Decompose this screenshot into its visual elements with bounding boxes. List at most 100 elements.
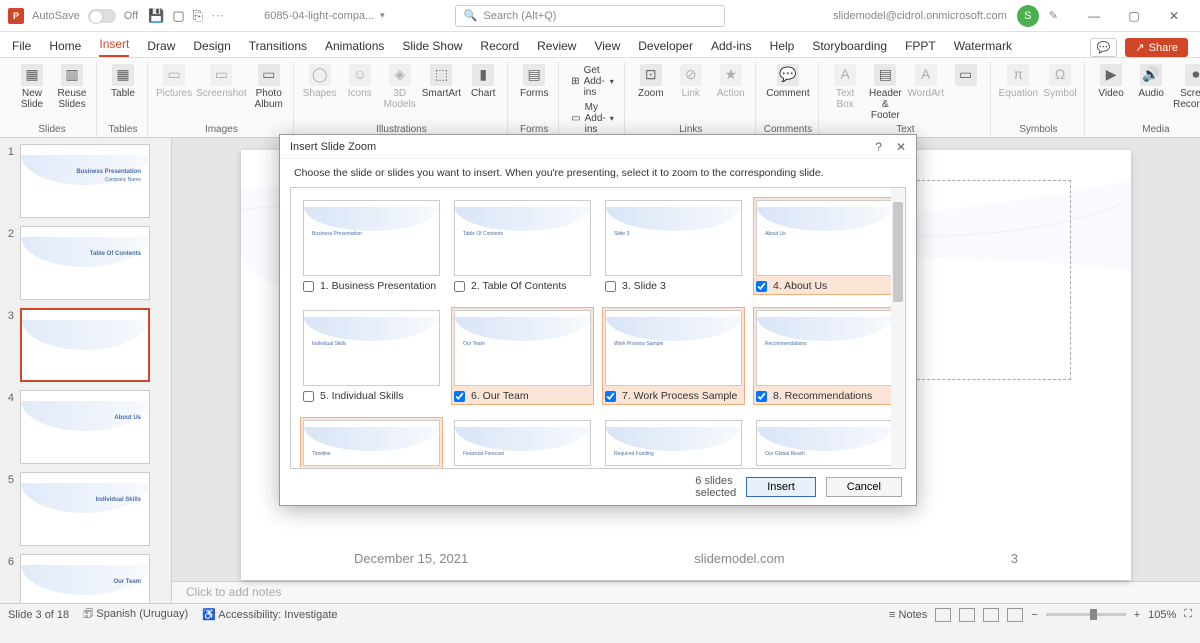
addin-get-add-ins[interactable]: ⊞Get Add-ins ▾ <box>567 64 618 99</box>
dialog-slide-item-12[interactable]: Our Global Reach <box>754 418 895 469</box>
fit-to-window-icon[interactable]: ⛶ <box>1184 608 1192 621</box>
cancel-button[interactable]: Cancel <box>826 477 902 497</box>
tab-watermark[interactable]: Watermark <box>954 39 1012 57</box>
tab-view[interactable]: View <box>594 39 620 57</box>
close-button[interactable]: ✕ <box>1156 4 1192 28</box>
ribbon-chart[interactable]: ▮Chart <box>465 64 501 99</box>
toggle-icon[interactable] <box>88 9 116 23</box>
slideshow-view-icon[interactable] <box>1007 608 1023 622</box>
tab-record[interactable]: Record <box>480 39 519 57</box>
dialog-slide-checkbox[interactable]: 6. Our Team <box>454 390 591 402</box>
dialog-slide-item-6[interactable]: Our Team6. Our Team <box>452 308 593 404</box>
present-icon[interactable]: ▢ <box>172 8 184 24</box>
ribbon-zoom[interactable]: ⊡Zoom <box>633 64 669 99</box>
dialog-slide-item-10[interactable]: Financial Forecast <box>452 418 593 469</box>
ribbon-new-slide[interactable]: ▦NewSlide <box>14 64 50 110</box>
thumbnail-slide-1[interactable]: 1Business PresentationCompany Name <box>4 144 167 218</box>
notes-toggle[interactable]: ≡ Notes <box>889 609 927 621</box>
insert-button[interactable]: Insert <box>746 477 816 497</box>
zoom-in-button[interactable]: + <box>1134 609 1140 621</box>
ribbon-screen-recording[interactable]: ⏺ScreenRecording <box>1173 64 1200 110</box>
dialog-slide-checkbox[interactable]: 7. Work Process Sample <box>605 390 742 402</box>
document-title[interactable]: 6085-04-light-compa... ▾ <box>264 10 385 22</box>
chevron-down-icon[interactable]: ▾ <box>380 10 385 21</box>
dialog-slide-checkbox[interactable]: 8. Recommendations <box>756 390 893 402</box>
dialog-slide-item-3[interactable]: Slide 33. Slide 3 <box>603 198 744 294</box>
dialog-slide-thumb[interactable]: Individual Skills <box>303 310 440 386</box>
checkbox-input[interactable] <box>605 391 616 402</box>
qat-dropdown-icon[interactable]: ⋯ <box>211 8 224 24</box>
maximize-button[interactable]: ▢ <box>1116 4 1152 28</box>
ribbon-comment[interactable]: 💬Comment <box>766 64 809 99</box>
ribbon-table[interactable]: ▦Table <box>105 64 141 99</box>
accessibility-indicator[interactable]: ♿ Accessibility: Investigate <box>202 608 337 621</box>
tab-design[interactable]: Design <box>193 39 230 57</box>
slide-counter[interactable]: Slide 3 of 18 <box>8 609 69 621</box>
user-avatar[interactable]: S <box>1017 5 1039 27</box>
ribbon-photo-album[interactable]: ▭PhotoAlbum <box>251 64 287 110</box>
thumbnail-preview[interactable]: Individual Skills <box>20 472 150 546</box>
checkbox-input[interactable] <box>303 281 314 292</box>
dialog-slide-thumb[interactable]: Timeline <box>303 420 440 466</box>
checkbox-input[interactable] <box>605 281 616 292</box>
slide-thumbnails-panel[interactable]: 1Business PresentationCompany Name2Table… <box>0 138 172 603</box>
dialog-slide-thumb[interactable]: Work Process Sample <box>605 310 742 386</box>
dialog-slide-thumb[interactable]: About Us <box>756 200 893 276</box>
tab-addins[interactable]: Add-ins <box>711 39 752 57</box>
dialog-slide-item-1[interactable]: Business Presentation 1. Business Present… <box>301 198 442 294</box>
tab-help[interactable]: Help <box>770 39 795 57</box>
checkbox-input[interactable] <box>756 281 767 292</box>
search-input[interactable]: 🔍 Search (Alt+Q) <box>455 5 725 27</box>
user-email[interactable]: slidemodel@cidrol.onmicrosoft.com <box>833 10 1007 22</box>
tab-insert[interactable]: Insert <box>99 37 129 57</box>
thumbnail-slide-3[interactable]: 3 <box>4 308 167 382</box>
reading-view-icon[interactable] <box>983 608 999 622</box>
save-icon[interactable]: 💾 <box>148 8 164 24</box>
thumbnail-slide-4[interactable]: 4About Us <box>4 390 167 464</box>
language-indicator[interactable]: 🗊 Spanish (Uruguay) <box>83 605 188 624</box>
checkbox-input[interactable] <box>454 391 465 402</box>
dialog-slide-thumb[interactable]: Our Global Reach <box>756 420 893 466</box>
dialog-slide-item-11[interactable]: Required Funding <box>603 418 744 469</box>
pen-icon[interactable]: ✎ <box>1049 9 1058 22</box>
autosave-toggle[interactable]: AutoSave Off <box>32 9 138 23</box>
thumbnail-preview[interactable]: About Us <box>20 390 150 464</box>
zoom-out-button[interactable]: − <box>1031 609 1037 621</box>
dialog-slide-thumb[interactable]: Business Presentation <box>303 200 440 276</box>
checkbox-input[interactable] <box>756 391 767 402</box>
tab-storyboarding[interactable]: Storyboarding <box>812 39 887 57</box>
thumbnail-preview[interactable]: Our Team <box>20 554 150 603</box>
zoom-level[interactable]: 105% <box>1148 609 1176 621</box>
ribbon-forms[interactable]: ▤Forms <box>516 64 552 99</box>
checkbox-input[interactable] <box>454 281 465 292</box>
minimize-button[interactable]: — <box>1076 4 1112 28</box>
dialog-scrollbar[interactable] <box>891 188 905 468</box>
dialog-slide-thumb[interactable]: Financial Forecast <box>454 420 591 466</box>
dialog-slide-item-9[interactable]: Timeline <box>301 418 442 469</box>
thumbnail-preview[interactable]: Business PresentationCompany Name <box>20 144 150 218</box>
dialog-slide-item-7[interactable]: Work Process Sample 7. Work Process Sampl… <box>603 308 744 404</box>
thumbnail-slide-5[interactable]: 5Individual Skills <box>4 472 167 546</box>
tab-fppt[interactable]: FPPT <box>905 39 936 57</box>
thumbnail-slide-6[interactable]: 6Our Team <box>4 554 167 603</box>
dialog-slide-thumb[interactable]: Recommendations <box>756 310 893 386</box>
dialog-slide-item-8[interactable]: Recommendations 8. Recommendations <box>754 308 895 404</box>
tab-animations[interactable]: Animations <box>325 39 384 57</box>
tab-transitions[interactable]: Transitions <box>249 39 307 57</box>
checkbox-input[interactable] <box>303 391 314 402</box>
tab-draw[interactable]: Draw <box>147 39 175 57</box>
ribbon-video[interactable]: ▶Video <box>1093 64 1129 99</box>
ribbon-btn[interactable]: ▭ <box>948 64 984 88</box>
dialog-slide-item-2[interactable]: Table Of Contents2. Table Of Contents <box>452 198 593 294</box>
dialog-slide-checkbox[interactable]: 2. Table Of Contents <box>454 280 591 292</box>
dialog-slide-checkbox[interactable]: 4. About Us <box>756 280 893 292</box>
ribbon-audio[interactable]: 🔊Audio <box>1133 64 1169 99</box>
comments-icon[interactable]: 💬 <box>1090 38 1118 57</box>
dialog-slide-item-5[interactable]: Individual Skills5. Individual Skills <box>301 308 442 404</box>
dialog-help-button[interactable]: ? <box>875 140 882 154</box>
tab-file[interactable]: File <box>12 39 31 57</box>
dialog-slide-checkbox[interactable]: 3. Slide 3 <box>605 280 742 292</box>
dialog-slide-checkbox[interactable]: 1. Business Presentation <box>303 280 440 292</box>
tab-home[interactable]: Home <box>49 39 81 57</box>
thumbnail-preview[interactable]: Table Of Contents <box>20 226 150 300</box>
